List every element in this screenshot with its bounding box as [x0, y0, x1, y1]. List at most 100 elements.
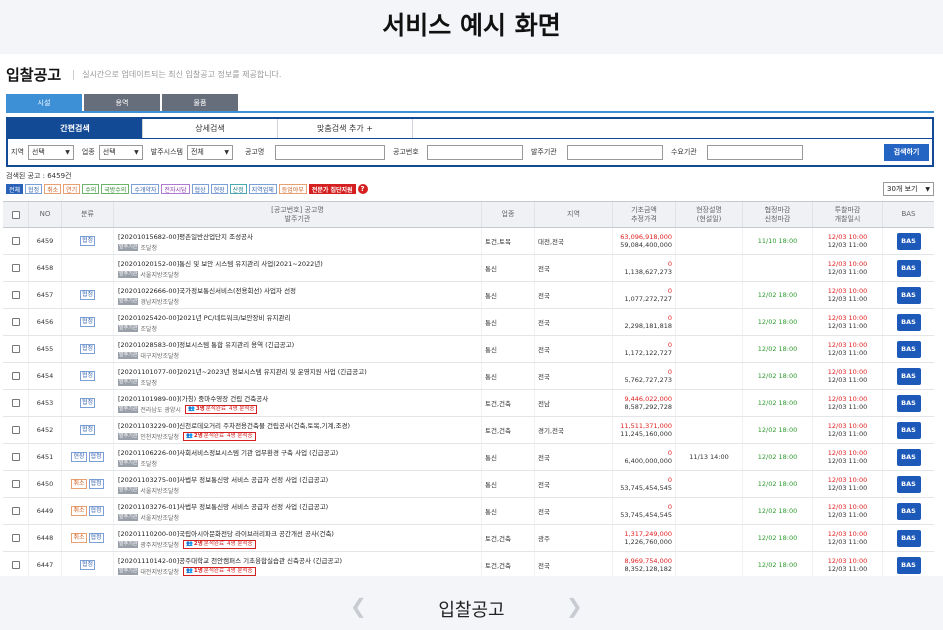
chip-delay[interactable]: 연기 — [63, 184, 81, 194]
notice-title-link[interactable]: [20201022666-00]국가정보통신서비스(전용회선) 사업자 선정 — [118, 285, 296, 295]
tab-goods[interactable]: 물품 — [162, 94, 238, 111]
row-no: 6453 — [29, 390, 62, 416]
row-title-cell: [20201020152-00]통신 및 보안 시스템 유지관리 사업(2021… — [114, 255, 482, 281]
tab-custom-search-add[interactable]: 맞춤검색 추가 + — [278, 119, 413, 138]
chip-calc[interactable]: 산정 — [229, 184, 247, 194]
row-checkbox[interactable] — [11, 237, 20, 245]
row-industry: 통신 — [482, 282, 535, 308]
select-all-checkbox[interactable] — [11, 210, 20, 219]
chip-multi-contract[interactable]: 수개약자 — [131, 184, 160, 194]
analysis-badge[interactable]: 👥 1명 분석완료 4명 분석중 — [183, 566, 256, 576]
row-checkbox[interactable] — [11, 399, 20, 407]
row-region: 광주 — [535, 525, 613, 551]
bas-button[interactable]: BAS — [896, 394, 921, 412]
analysis-badge[interactable]: 👥 2명 분석완료 4명 분석중 — [183, 539, 256, 549]
notice-title-link[interactable]: [20201028583-00]정보시스템 통합 유지관리 용역 (긴급공고) — [118, 339, 294, 349]
estimated-price: 1,138,627,273 — [624, 268, 672, 276]
bas-button[interactable]: BAS — [896, 529, 921, 547]
tab-simple-search[interactable]: 간편검색 — [8, 119, 143, 138]
bas-button[interactable]: BAS — [896, 448, 921, 466]
row-checkbox[interactable] — [11, 291, 20, 299]
chip-negotiation[interactable]: 협상 — [191, 184, 209, 194]
agency-badge: 발주기관 — [118, 540, 139, 548]
chip-e-deal[interactable]: 전자시담 — [161, 184, 190, 194]
bid-notice-panel: 입찰공고 실시간으로 업데이트되는 최신 입찰공고 정보를 제공합니다. 시설 … — [0, 54, 943, 576]
notice-title-link[interactable]: [20201103276-01]사법부 정보통신망 서비스 공급자 선정 사업 … — [118, 501, 328, 511]
bas-button[interactable]: BAS — [896, 286, 921, 304]
chip-local-company[interactable]: 지역업체 — [248, 184, 277, 194]
notice-title-link[interactable]: [20201025420-00]2021년 PC/네트워크/보안장비 유지관리 — [118, 312, 290, 322]
notice-no-input[interactable] — [426, 144, 523, 160]
row-checkbox[interactable] — [11, 264, 20, 272]
analyst-icon: 👥 — [186, 540, 193, 547]
row-deadline: 12/02 18:00 — [743, 336, 813, 362]
title-divider — [73, 69, 75, 80]
row-checkbox[interactable] — [11, 318, 20, 326]
row-checkbox[interactable] — [11, 453, 20, 461]
analysis-badge[interactable]: 👥 2명 분석완료 4명 분석중 — [183, 431, 256, 441]
notice-title-link[interactable]: [20201110200-00]국립아시아문화전당 라이브러리파크 공간개선 공… — [118, 528, 334, 538]
bas-button[interactable]: BAS — [896, 502, 921, 520]
agreement-deadline: 12/02 18:00 — [757, 561, 798, 569]
notice-title-link[interactable]: [20201106226-00]사회서비스정보시스템 기관 업무환경 구축 사업… — [118, 447, 338, 457]
bas-button[interactable]: BAS — [896, 556, 921, 574]
bas-button[interactable]: BAS — [896, 475, 921, 493]
row-site-briefing — [676, 309, 743, 335]
opening-datetime: 12/03 11:00 — [827, 457, 868, 465]
demand-input[interactable] — [706, 144, 803, 160]
row-checkbox[interactable] — [11, 372, 20, 380]
chip-site[interactable]: 현장 — [210, 184, 228, 194]
notice-title-link[interactable]: [20201015682-00]평촌일반산업단지 조성공사 — [118, 231, 253, 241]
industry-select[interactable]: 선택 ▼ — [98, 144, 143, 160]
row-bas-cell: BAS — [883, 444, 934, 470]
table-body: 6459 협정 [20201015682-00]평촌일반산업단지 조성공사 발주기관 조… — [3, 228, 934, 576]
help-icon[interactable]: ? — [357, 184, 368, 194]
estimated-price: 11,245,160,000 — [620, 430, 672, 438]
analysis-badge[interactable]: 👥 3명 분석완료 4명 분석중 — [184, 404, 258, 414]
agreement-deadline: 11/10 18:00 — [757, 237, 798, 245]
notice-title-link[interactable]: [20201020152-00]통신 및 보안 시스템 유지관리 사업(2021… — [118, 258, 323, 268]
notice-title-link[interactable]: [20201103229-00]신천로데오거리 주차전용건축물 건립공사(건축,… — [118, 420, 350, 430]
tab-facility[interactable]: 시설 — [6, 94, 82, 111]
bas-button[interactable]: BAS — [896, 340, 921, 358]
row-checkbox[interactable] — [11, 534, 20, 542]
notice-title-link[interactable]: [20201101077-00]2021년~2023년 정보시스템 유지관리 및… — [118, 366, 367, 376]
chevron-right-icon[interactable]: ❯ — [566, 594, 583, 618]
chip-defense-private[interactable]: 국방수의 — [101, 184, 130, 194]
notice-title-link[interactable]: [20201101989-00](가칭) 중마수영장 건립 건축공사 — [118, 393, 268, 403]
estimated-price: 2,298,181,818 — [624, 322, 672, 330]
per-page-select[interactable]: 30개 보기 ▼ — [883, 182, 934, 196]
row-checkbox[interactable] — [11, 345, 20, 353]
method-select[interactable]: 전체 ▼ — [186, 144, 233, 160]
bas-button[interactable]: BAS — [896, 421, 921, 439]
chip-upgrade[interactable]: 등업야부 — [278, 184, 307, 194]
row-checkbox[interactable] — [11, 426, 20, 434]
bas-button[interactable]: BAS — [896, 313, 921, 331]
tab-service[interactable]: 용역 — [84, 94, 160, 111]
row-region: 전국 — [535, 444, 613, 470]
chip-agreement[interactable]: 협정 — [25, 184, 43, 194]
chip-cancel[interactable]: 취소 — [44, 184, 62, 194]
chip-expert-support[interactable]: 전문가 집단지원 — [308, 184, 356, 194]
row-region: 대전,전국 — [535, 228, 613, 254]
row-price: 9,446,022,000 8,587,292,728 — [613, 390, 676, 416]
tab-detail-search[interactable]: 상세검색 — [143, 119, 278, 138]
bas-button[interactable]: BAS — [896, 232, 921, 250]
row-checkbox[interactable] — [11, 561, 20, 569]
region-select[interactable]: 선택 ▼ — [27, 144, 74, 160]
table-row: 6455 협정 [20201028583-00]정보시스템 통합 유지관리 용역 (… — [3, 336, 934, 363]
chip-private[interactable]: 수의 — [82, 184, 100, 194]
notice-name-input[interactable] — [274, 144, 385, 160]
notice-title-link[interactable]: [20201103275-00]사법부 정보통신망 서비스 공급자 선정 사업 … — [118, 474, 328, 484]
bas-button[interactable]: BAS — [896, 367, 921, 385]
bas-button[interactable]: BAS — [896, 259, 921, 277]
agency-input[interactable] — [566, 144, 663, 160]
row-deadline: 12/02 18:00 — [743, 282, 813, 308]
row-bas-cell: BAS — [883, 309, 934, 335]
bid-deadline: 12/03 10:00 — [827, 260, 868, 268]
notice-title-link[interactable]: [20201110142-00]공주대학교 천안캠퍼스 기초융합실습관 신축공사… — [118, 555, 342, 565]
row-checkbox[interactable] — [11, 480, 20, 488]
row-checkbox[interactable] — [11, 507, 20, 515]
chip-all[interactable]: 전체 — [6, 184, 24, 194]
search-button[interactable]: 검색하기 — [884, 143, 929, 161]
